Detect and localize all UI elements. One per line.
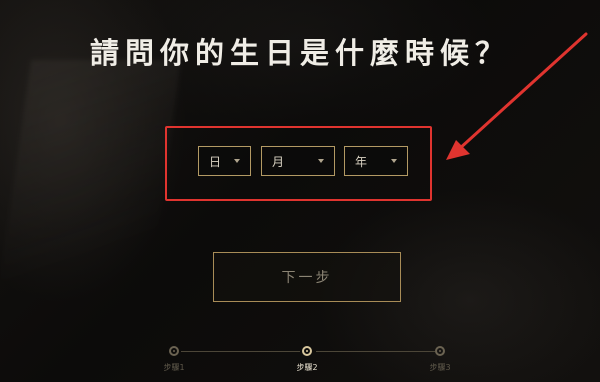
step-3-label: 步驟3: [429, 363, 451, 372]
step-connector: [181, 351, 300, 352]
step-1-label: 步驟1: [163, 363, 185, 372]
page-title: 請問你的生日是什麼時候？: [89, 36, 510, 70]
highlight-annotation-box: [165, 126, 432, 201]
step-2-indicator: [302, 346, 312, 356]
step-3-indicator: [435, 346, 445, 356]
next-step-button-label: 下一步: [281, 270, 333, 286]
step-1-indicator: [169, 346, 179, 356]
step-2-label: 步驟2: [296, 363, 318, 372]
step-connector: [316, 351, 435, 352]
next-step-button[interactable]: 下一步: [213, 252, 401, 302]
